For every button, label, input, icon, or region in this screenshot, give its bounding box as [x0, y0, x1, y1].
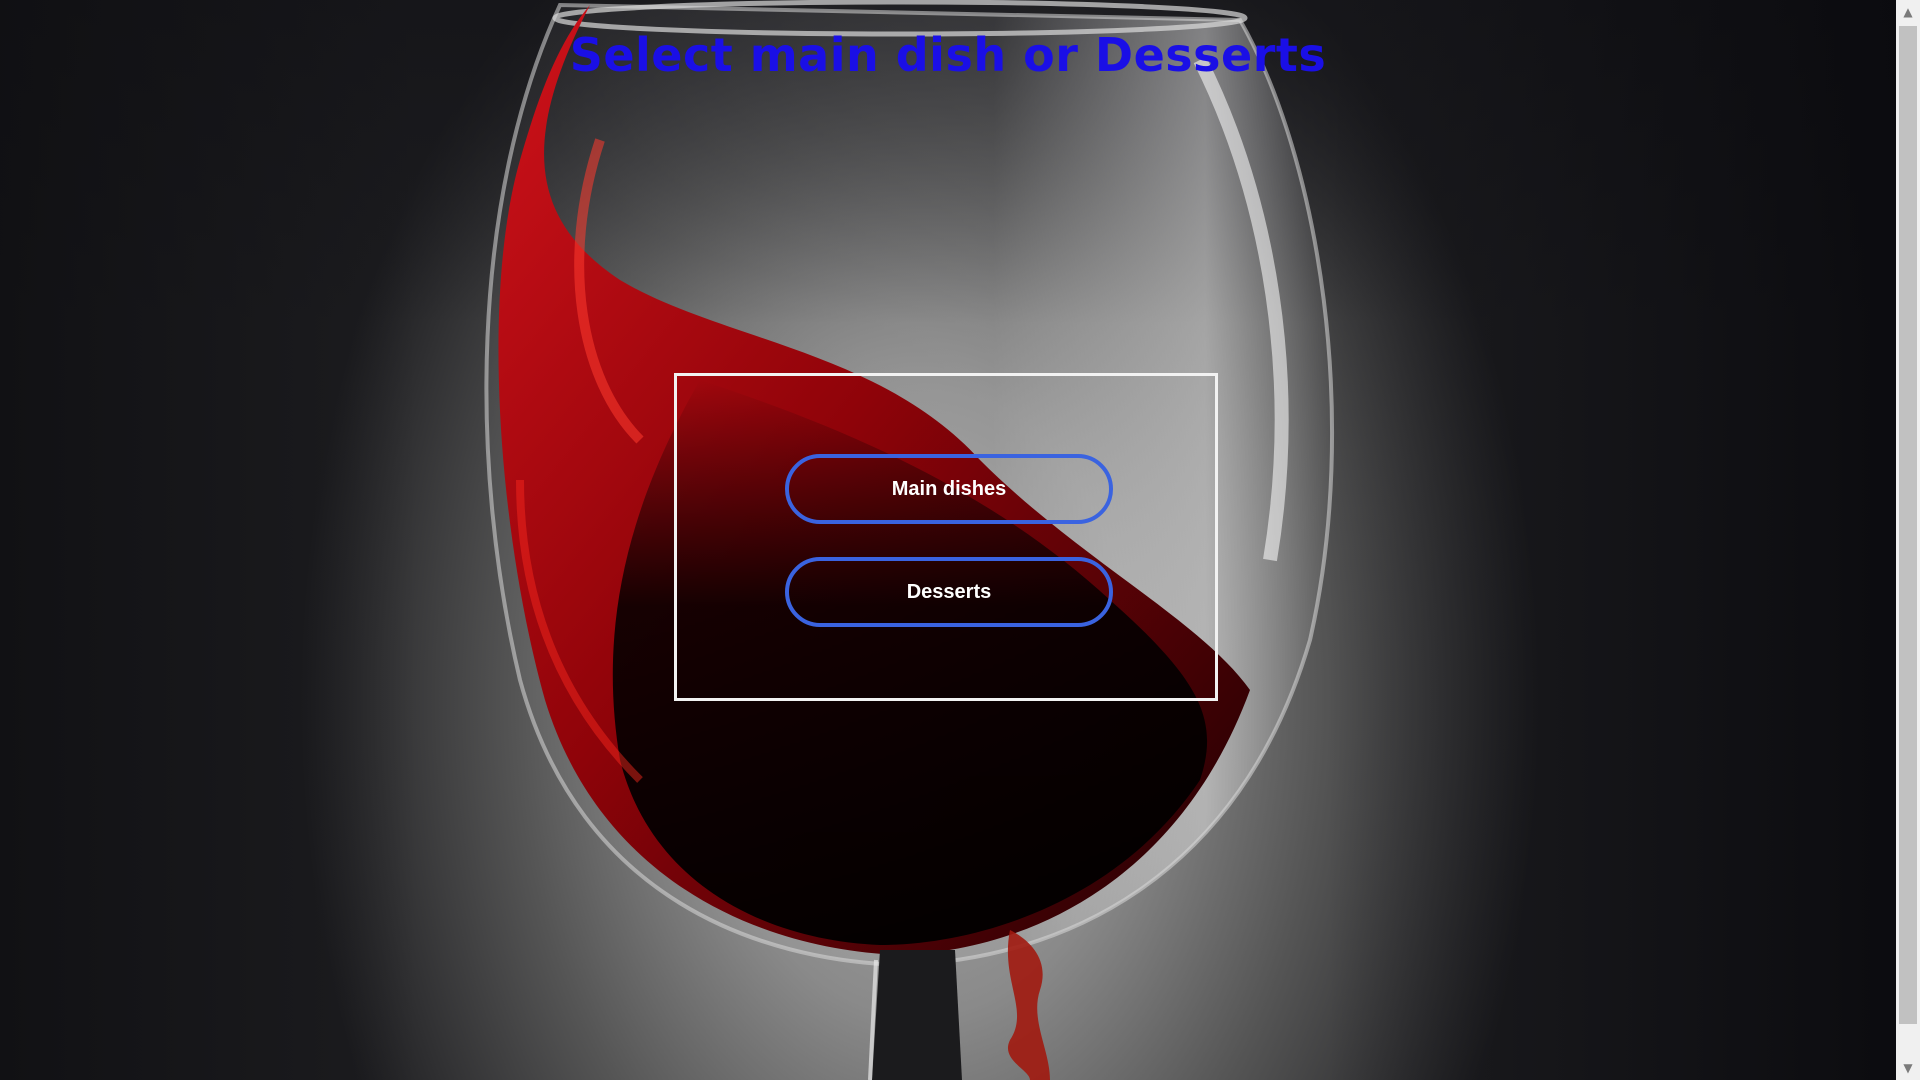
- page-viewport: Select main dish or Desserts Main dishes…: [0, 0, 1896, 1080]
- desserts-button[interactable]: Desserts: [785, 557, 1113, 627]
- scrollbar-thumb[interactable]: [1899, 26, 1917, 1024]
- vertical-scrollbar[interactable]: ▲ ▼: [1896, 0, 1920, 1080]
- menu-selection-box: Main dishes Desserts: [674, 373, 1218, 701]
- page-title: Select main dish or Desserts: [569, 28, 1327, 82]
- main-dishes-button[interactable]: Main dishes: [785, 454, 1113, 524]
- scroll-down-arrow-icon[interactable]: ▼: [1896, 1056, 1920, 1080]
- scroll-up-arrow-icon[interactable]: ▲: [1896, 0, 1920, 24]
